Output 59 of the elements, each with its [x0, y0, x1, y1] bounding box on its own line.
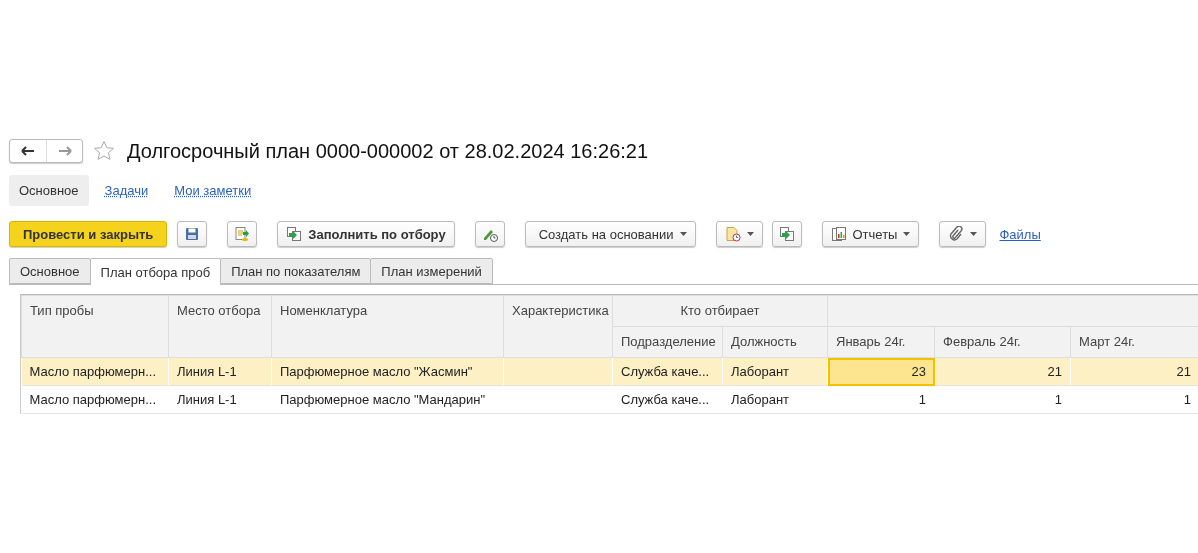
arrow-right-icon: [57, 146, 72, 156]
files-link[interactable]: Файлы: [999, 226, 1041, 242]
table-cell: 1: [827, 385, 935, 414]
caret-icon: [746, 232, 754, 236]
report-icon: [830, 226, 847, 242]
table-cell: Служба каче...: [612, 385, 723, 414]
tab[interactable]: План измерений: [370, 258, 493, 284]
copy-arrow-icon: [286, 226, 303, 242]
column-header: Подразделение: [612, 326, 723, 358]
caret-icon: [679, 232, 687, 236]
tab[interactable]: План по показателям: [220, 258, 372, 284]
create-based-on-button[interactable]: Создать на основании: [524, 221, 696, 247]
window-title: Долгосрочный план 0000-000002 от 28.02.2024 16:26:21: [127, 139, 649, 163]
section-tab[interactable]: Мои заметки: [164, 175, 262, 206]
column-header: Должность: [722, 326, 828, 358]
save-icon: [184, 226, 201, 242]
section-tab[interactable]: Основное: [9, 175, 89, 206]
toolbar-button[interactable]: [474, 221, 505, 247]
table-cell: 21: [1070, 357, 1198, 386]
table-cell: 21: [934, 357, 1071, 386]
document-arrow-icon: [234, 226, 251, 242]
table-cell: 1: [934, 385, 1071, 414]
column-group-header: Кто отбирает: [612, 295, 828, 327]
toolbar-dropdown-button[interactable]: [939, 221, 987, 247]
caret-icon: [903, 232, 911, 236]
table-cell: Линия L-1: [168, 385, 272, 414]
table-cell: Служба каче...: [612, 357, 723, 386]
toolbar-button[interactable]: [227, 221, 258, 247]
column-header: Характеристика: [503, 295, 613, 358]
caret-icon: [970, 232, 978, 236]
table-cell: Лаборант: [722, 385, 828, 414]
copy-arrow-icon: [778, 226, 795, 242]
toolbar-button[interactable]: [771, 221, 802, 247]
column-header: Март 24г.: [1070, 326, 1198, 358]
toolbar-dropdown-button[interactable]: [715, 221, 763, 247]
toolbar-button[interactable]: [177, 221, 208, 247]
column-header: Тип пробы: [21, 295, 169, 358]
table-cell: Масло парфюмерн...: [21, 385, 169, 414]
paperclip-icon: [948, 226, 965, 242]
table-cell: Парфюмерное масло "Мандарин": [271, 385, 504, 414]
reports-button[interactable]: Отчеты: [821, 221, 920, 247]
arrow-left-icon: [21, 146, 35, 156]
table-cell: Линия L-1: [168, 357, 272, 386]
column-header: Февраль 24г.: [934, 326, 1071, 358]
column-header: Номенклатура: [271, 295, 504, 358]
document-clock-icon: [724, 226, 741, 242]
column-header: Январь 24г.: [827, 326, 935, 358]
tab[interactable]: Основное: [9, 258, 91, 284]
table-cell: Парфюмерное масло "Жасмин": [271, 357, 504, 386]
section-tab[interactable]: Задачи: [94, 175, 159, 206]
table-cell: 23: [827, 357, 935, 386]
star-icon[interactable]: [93, 140, 115, 162]
column-header: Место отбора: [168, 295, 272, 358]
table-cell: Лаборант: [722, 357, 828, 386]
table-cell: 1: [1070, 385, 1198, 414]
tab[interactable]: План отбора проб: [89, 258, 222, 285]
fill-button[interactable]: Заполнить по отбору: [277, 221, 455, 247]
table-cell: Масло парфюмерн...: [21, 357, 169, 386]
post-and-close-button[interactable]: Провести и закрыть: [9, 221, 168, 247]
